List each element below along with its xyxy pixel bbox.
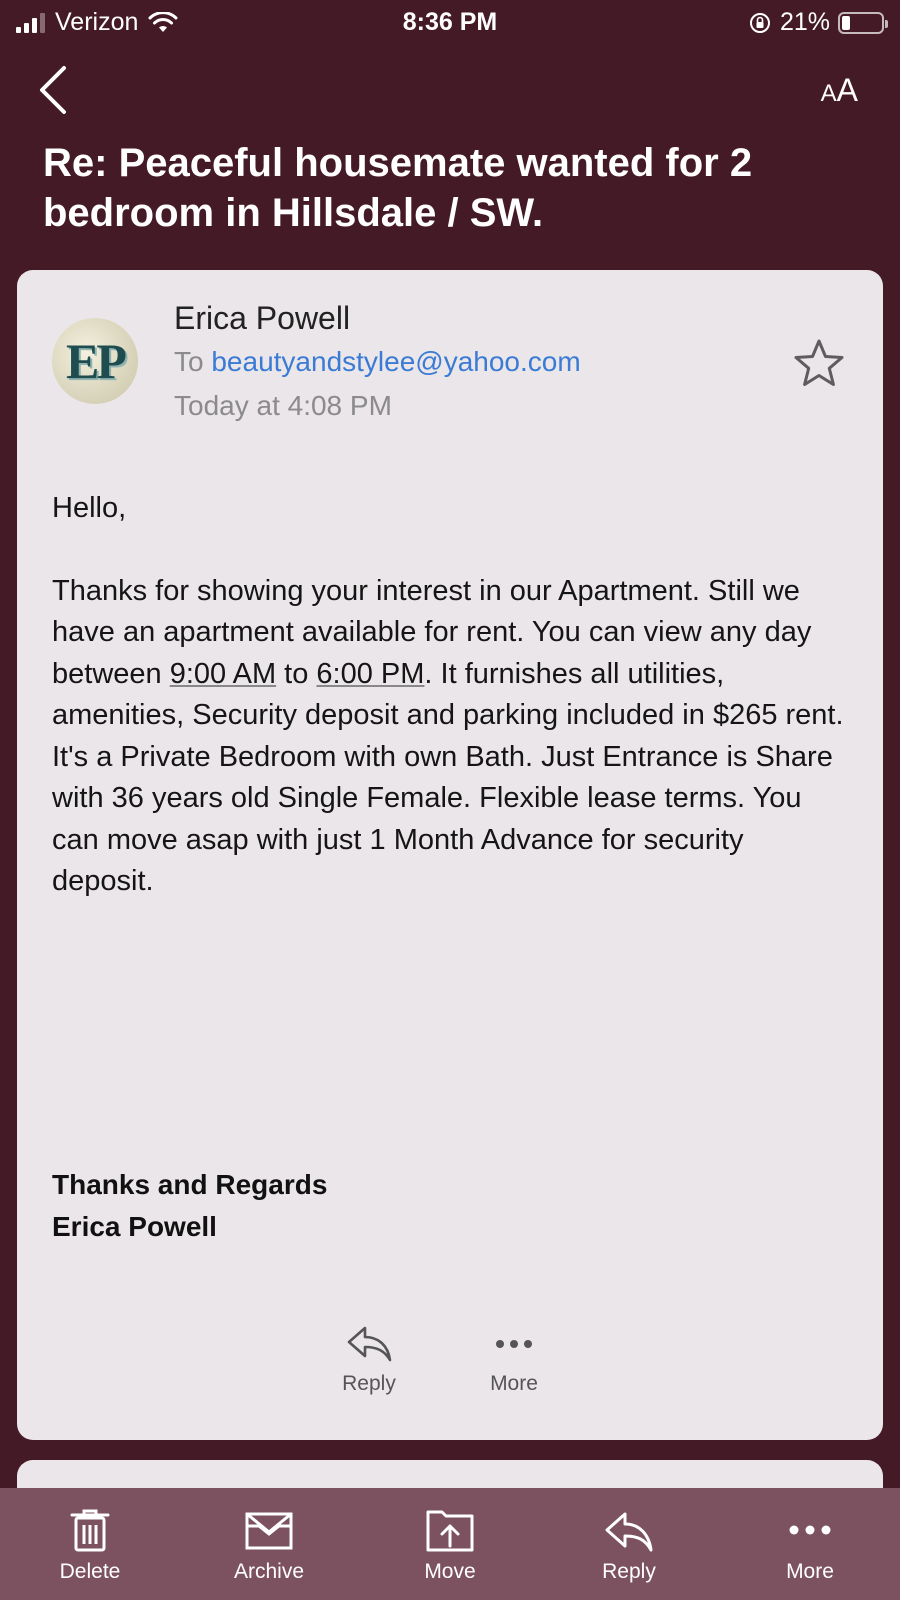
message-card: EP Erica Powell To beautyandstylee@yahoo…	[17, 270, 883, 1440]
move-folder-icon	[426, 1510, 474, 1552]
reply-icon	[347, 1326, 392, 1362]
more-dots-icon	[496, 1340, 532, 1348]
bottom-toolbar: Delete Archive Move Reply More	[0, 1488, 900, 1600]
archive-icon	[245, 1512, 293, 1550]
message-body: Hello, Thanks for showing your interest …	[52, 488, 852, 903]
star-button[interactable]	[791, 336, 847, 392]
time-link-from[interactable]: 9:00 AM	[170, 658, 276, 690]
battery-percent: 21%	[779, 8, 830, 36]
delete-label: Delete	[59, 1560, 121, 1583]
archive-button[interactable]: Archive	[204, 1506, 334, 1584]
move-label: Move	[424, 1560, 476, 1583]
nav-bar: AA	[0, 58, 900, 122]
archive-label: Archive	[233, 1560, 305, 1583]
to-prefix: To	[174, 346, 204, 377]
card-more-label: More	[490, 1372, 538, 1395]
more-label: More	[786, 1560, 834, 1583]
more-button[interactable]: More	[745, 1506, 875, 1584]
body-text-3: . It furnishes all utilities, amenities,…	[52, 657, 844, 898]
signature: Thanks and Regards Erica Powell	[52, 1164, 327, 1248]
reply-label: Reply	[602, 1560, 656, 1583]
message-date: Today at 4:08 PM	[174, 390, 392, 421]
trash-icon	[70, 1509, 110, 1552]
star-icon	[794, 339, 844, 386]
card-reply-label: Reply	[342, 1372, 396, 1395]
reply-button[interactable]: Reply	[564, 1506, 694, 1584]
battery-icon	[838, 11, 888, 34]
avatar: EP	[52, 318, 138, 404]
time-link-to[interactable]: 6:00 PM	[316, 658, 424, 690]
text-size-small-letter: A	[820, 80, 837, 107]
recipient-line: To beautyandstylee@yahoo.com	[174, 346, 581, 378]
email-subject: Re: Peaceful housemate wanted for 2 bedr…	[43, 141, 753, 235]
text-size-big-letter: A	[836, 72, 858, 108]
greeting: Hello,	[52, 492, 127, 524]
card-more-button[interactable]: More	[454, 1324, 574, 1396]
card-reply-button[interactable]: Reply	[309, 1324, 429, 1396]
signature-line-1: Thanks and Regards	[52, 1169, 328, 1200]
message-paragraph: Thanks for showing your interest in our …	[52, 571, 852, 903]
delete-button[interactable]: Delete	[25, 1506, 155, 1584]
sender-name[interactable]: Erica Powell	[174, 300, 350, 337]
body-text-2: to	[276, 657, 317, 690]
chevron-left-icon	[40, 66, 66, 114]
status-bar: Verizon 8:36 PM 21%	[0, 0, 900, 46]
back-button[interactable]	[34, 62, 74, 118]
text-size-button[interactable]: AA	[821, 72, 858, 109]
status-right: 21%	[748, 8, 888, 37]
signature-line-2: Erica Powell	[52, 1211, 217, 1242]
move-button[interactable]: Move	[385, 1506, 515, 1584]
avatar-initials: EP	[66, 333, 127, 389]
reply-icon	[605, 1512, 653, 1552]
battery-fill	[842, 15, 850, 30]
orientation-lock-icon	[749, 12, 770, 33]
recipient-email[interactable]: beautyandstylee@yahoo.com	[211, 346, 580, 377]
more-dots-icon	[789, 1525, 831, 1535]
